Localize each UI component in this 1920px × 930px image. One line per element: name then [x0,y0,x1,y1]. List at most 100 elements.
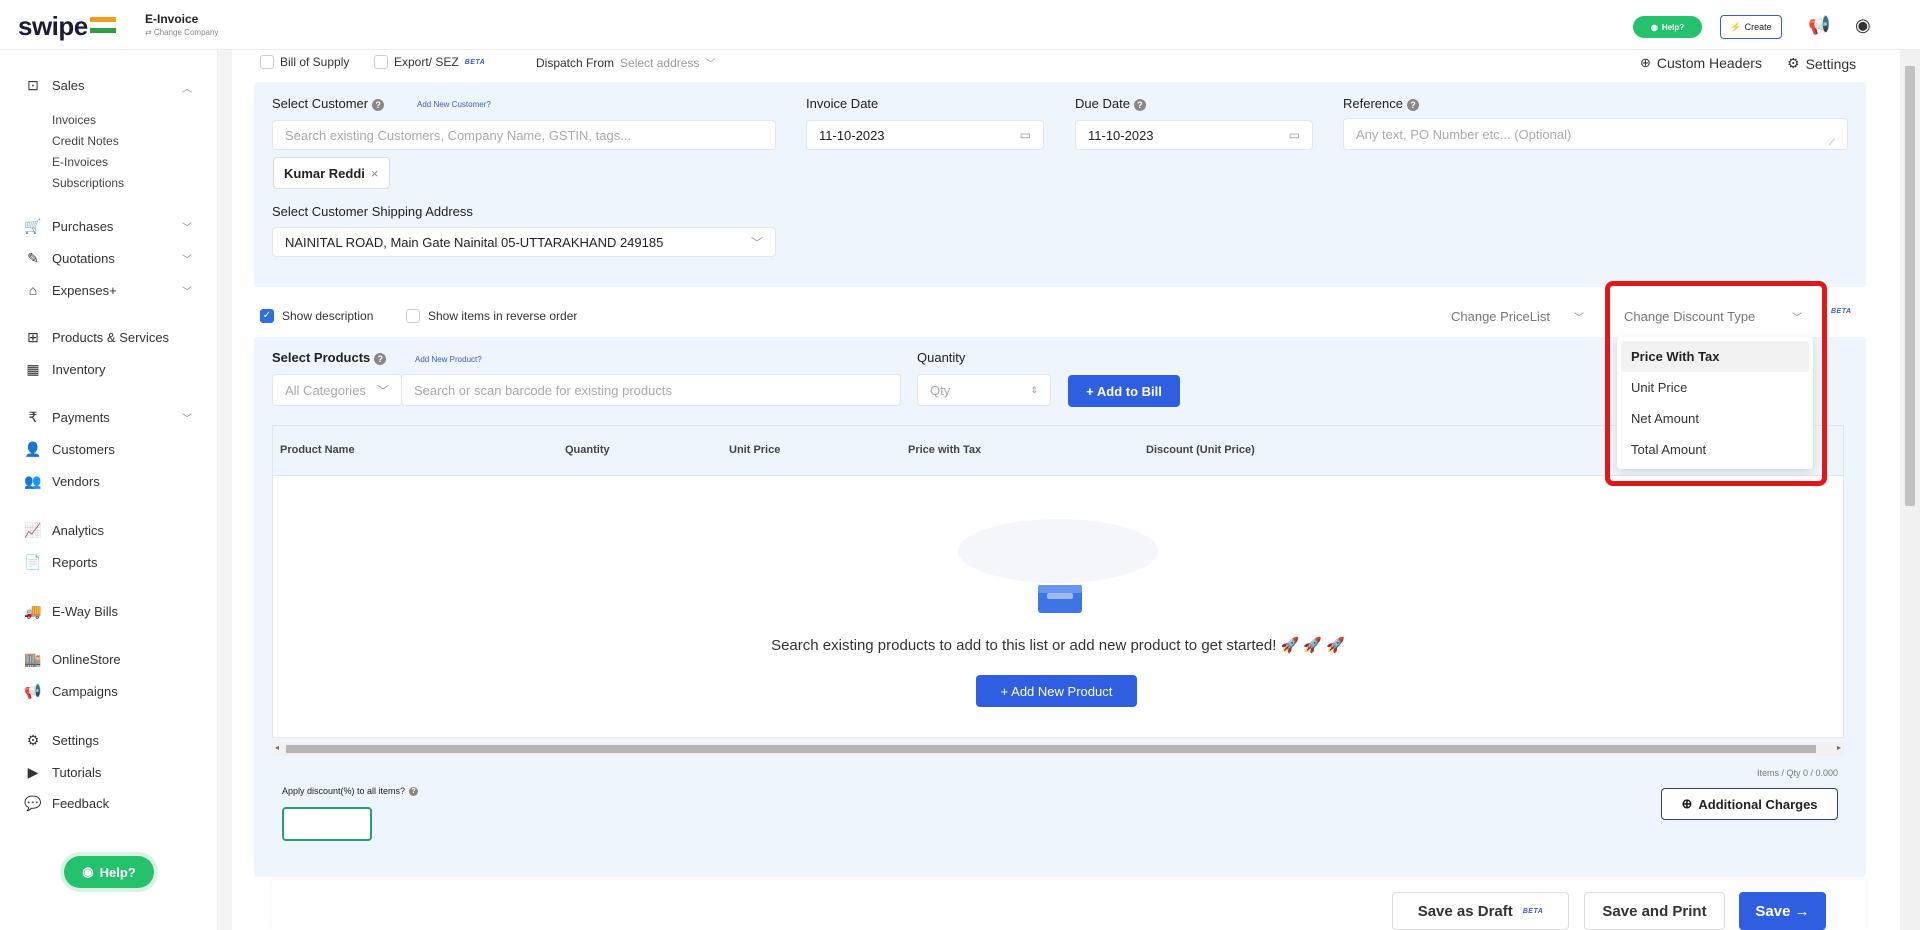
sidebar-item-quotations[interactable]: ✎ Quotations [24,250,115,267]
create-label: Create [1744,22,1772,32]
bill-of-supply-option[interactable]: Bill of Supply [260,55,349,69]
chevron-down-icon[interactable]: ﹀ [182,410,192,425]
sidebar-sub-invoices[interactable]: Invoices [52,113,96,127]
sidebar-item-vendors[interactable]: 👥 Vendors [24,473,99,490]
top-bar: swipe E-Invoice ⇄ Change Company ◉ Help? … [0,0,1920,50]
sidebar-item-label: Tutorials [52,765,102,780]
save-as-draft-button[interactable]: Save as Draft BETA [1392,892,1569,930]
help-icon[interactable]: ? [374,352,387,365]
swipe-logo[interactable]: swipe [18,11,88,42]
sidebar-sub-e-invoices[interactable]: E-Invoices [52,155,108,169]
col-unit-price[interactable]: Unit Price [729,444,780,456]
col-price-with-tax[interactable]: Price with Tax [908,444,981,456]
save-and-print-button[interactable]: Save and Print [1584,892,1725,930]
close-icon[interactable]: × [371,166,379,181]
chevron-down-icon: ﹀ [376,383,389,398]
sidebar-item-settings[interactable]: ⚙ Settings [24,732,99,749]
sidebar-item-eway-bills[interactable]: 🚚 E-Way Bills [24,603,118,620]
add-new-product-link[interactable]: Add New Product? [415,355,482,364]
sidebar-item-label: Analytics [52,523,105,538]
horizontal-scrollbar[interactable]: ◂ ▸ [272,742,1844,756]
sidebar-item-campaigns[interactable]: 📢 Campaigns [24,683,118,700]
sidebar-item-label: Campaigns [52,684,118,699]
add-to-bill-button[interactable]: + Add to Bill [1068,375,1180,407]
sidebar-sub-credit-notes[interactable]: Credit Notes [52,134,119,148]
scroll-left-icon[interactable]: ◂ [275,743,279,752]
sidebar-item-tutorials[interactable]: ▶ Tutorials [24,764,102,781]
save-button[interactable]: Save → [1739,892,1826,930]
category-select[interactable]: All Categories ﹀ [272,374,402,406]
sidebar-item-expenses[interactable]: ⌂ Expenses+ [24,282,117,298]
change-discount-type-select[interactable]: Change Discount Type ﹀ [1614,302,1814,330]
settings-link[interactable]: ⚙ Settings [1787,55,1856,72]
vertical-scrollbar[interactable] [1900,50,1920,930]
reverse-order-checkbox[interactable] [406,309,420,323]
due-date-input[interactable]: 11-10-2023 ▭ [1075,120,1313,150]
show-description-checkbox[interactable]: ✓ [260,309,274,323]
bill-of-supply-checkbox[interactable] [260,55,274,69]
col-quantity[interactable]: Quantity [565,444,610,456]
help-pill-button[interactable]: ◉ Help? [1633,16,1702,38]
user-account-icon[interactable]: ◉ [1855,15,1871,36]
sidebar-item-onlinestore[interactable]: 🏬 OnlineStore [24,651,120,668]
sidebar-item-analytics[interactable]: 📈 Analytics [24,522,104,539]
reference-textarea[interactable]: Any text, PO Number etc... (Optional) ⟋ [1343,118,1848,150]
change-pricelist-select[interactable]: Change PriceList ﹀ [1451,309,1584,324]
discount-option-total-amount[interactable]: Total Amount [1621,434,1809,465]
scroll-thumb[interactable] [1905,66,1915,506]
whatsapp-icon: ◉ [1650,22,1658,32]
resize-handle-icon[interactable]: ⟋ [1829,137,1835,148]
sidebar-item-feedback[interactable]: 💬 Feedback [24,795,109,812]
sidebar-item-purchases[interactable]: 🛒 Purchases [24,218,113,235]
select-address-dropdown[interactable]: Select address [620,56,699,70]
export-sez-checkbox[interactable] [374,55,388,69]
chevron-down-icon[interactable]: ﹀ [182,283,192,298]
export-sez-option[interactable]: Export/ SEZ BETA [374,55,485,69]
create-button[interactable]: ⚡ Create [1720,15,1782,39]
export-sez-label: Export/ SEZ [394,55,459,69]
sidebar-sub-subscriptions[interactable]: Subscriptions [52,176,124,190]
reverse-order-label: Show items in reverse order [428,309,578,323]
discount-all-input[interactable] [282,807,372,841]
add-new-product-button[interactable]: + Add New Product [976,675,1137,707]
sidebar-item-customers[interactable]: 👤 Customers [24,441,115,458]
help-icon[interactable]: ? [1133,98,1146,111]
add-new-customer-link[interactable]: Add New Customer? [417,100,491,109]
col-discount[interactable]: Discount (Unit Price) [1146,444,1255,456]
sidebar-item-products[interactable]: ⊞ Products & Services [24,329,169,346]
dispatch-from[interactable]: Dispatch From Select address ﹀ [536,55,715,71]
customer-search-input[interactable]: Search existing Customers, Company Name,… [272,120,776,150]
discount-option-net-amount[interactable]: Net Amount [1621,403,1809,434]
selected-customer-tag[interactable]: Kumar Reddi × [273,157,390,189]
col-product-name[interactable]: Product Name [280,444,355,456]
sidebar-item-inventory[interactable]: ▦ Inventory [24,361,105,378]
chevron-up-icon[interactable]: ︿ [182,80,192,95]
help-icon[interactable]: ? [1406,98,1419,111]
scroll-thumb[interactable] [286,745,1816,753]
discount-option-price-with-tax[interactable]: Price With Tax [1621,341,1809,372]
additional-charges-button[interactable]: ⊕ Additional Charges [1661,788,1838,820]
product-search-input[interactable]: Search or scan barcode for existing prod… [401,374,901,406]
discount-option-unit-price[interactable]: Unit Price [1621,372,1809,403]
due-date-label: Due Date? [1075,96,1146,111]
megaphone-icon[interactable]: 📢 [1808,15,1830,36]
help-icon[interactable]: ? [372,98,385,111]
invoice-date-input[interactable]: 11-10-2023 ▭ [806,120,1044,150]
reverse-order-option[interactable]: Show items in reverse order [406,309,577,323]
youtube-icon: ▶ [27,764,39,780]
stepper-icon[interactable]: ⇕ [1030,385,1038,396]
sidebar-item-payments[interactable]: ₹ Payments [24,409,110,426]
scroll-right-icon[interactable]: ▸ [1837,743,1841,752]
sidebar-help-button[interactable]: ◉ Help? [64,856,154,888]
chevron-down-icon[interactable]: ﹀ [182,251,192,266]
qty-input[interactable]: Qty ⇕ [917,374,1051,406]
help-icon[interactable]: ? [409,787,419,797]
shipping-address-select[interactable]: NAINITAL ROAD, Main Gate Nainital 05-UTT… [272,227,776,257]
sidebar-item-sales[interactable]: ⊡ Sales [24,77,84,94]
sidebar-item-reports[interactable]: 📄 Reports [24,554,97,571]
custom-headers-link[interactable]: ⊕ Custom Headers [1640,55,1762,71]
change-company-link[interactable]: ⇄ Change Company [145,28,218,37]
show-description-option[interactable]: ✓ Show description [260,309,373,323]
cart-icon: 🛒 [24,218,42,234]
chevron-down-icon[interactable]: ﹀ [182,219,192,234]
